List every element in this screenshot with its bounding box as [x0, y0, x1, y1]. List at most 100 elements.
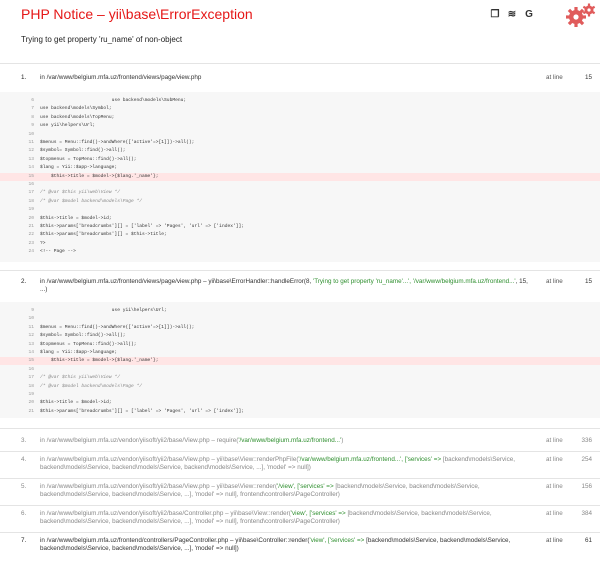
frame-path[interactable]: in /var/www/belgium.mfa.uz/vendor/yiisof…	[40, 483, 530, 499]
frame-number: 5.	[21, 483, 27, 490]
code-line: 17 /* @var $this yii\web\View */	[0, 374, 600, 382]
code-line-number: 20	[28, 215, 34, 221]
title-separator: –	[93, 6, 109, 22]
code-line-text: $lang = Yii::$app->language;	[40, 165, 118, 171]
code-line-text: $symbol= Symbol::find()->all();	[40, 148, 126, 154]
code-line: 22 $this->params['breadcrumbs'][] = $this…	[0, 231, 600, 239]
at-line-label: at line	[546, 537, 563, 544]
code-line: 13 $topmenus = TopMenu::find()->all();	[0, 341, 600, 349]
code-line: 11 $menus = Menu::find()->andWhere(['acti…	[0, 324, 600, 332]
code-line: 24 <!-- Page -->	[0, 248, 600, 256]
at-line-label: at line	[546, 456, 563, 463]
code-line-text: use backend\models\TopMenu;	[40, 114, 115, 120]
copy-icon[interactable]: ❐	[490, 9, 500, 20]
error-message: Trying to get property 'ru_name' of non-…	[21, 35, 183, 44]
code-line-number: 20	[28, 400, 34, 406]
stack-frame-1[interactable]: 1. in /var/www/belgium.mfa.uz/frontend/v…	[0, 74, 600, 84]
frame-args: 'view', ['services' =>	[309, 537, 365, 544]
code-line-text: $lang = Yii::$app->language;	[40, 350, 118, 355]
code-line-number: 6	[31, 98, 34, 103]
code-line-text: $topmenus = TopMenu::find()->all();	[40, 341, 137, 347]
frame-path[interactable]: in /var/www/belgium.mfa.uz/vendor/yiisof…	[40, 437, 530, 445]
code-line-number: 8	[31, 114, 34, 120]
divider	[0, 478, 600, 479]
error-code-line: 15 $this->title = $model->{$lang.'_name'…	[0, 172, 600, 181]
frame-path[interactable]: in /var/www/belgium.mfa.uz/frontend/cont…	[40, 537, 530, 553]
frame-number: 6.	[21, 510, 27, 517]
code-line-number: 18	[28, 383, 34, 389]
at-line-label: at line	[546, 278, 563, 285]
code-line-text: /* @var $this yii\web\View */	[40, 375, 120, 381]
divider	[0, 451, 600, 452]
code-line: 18 /* @var $model backend\models\Page */	[0, 198, 600, 206]
code-line-number: 7	[31, 106, 34, 112]
code-line-number: 11	[28, 140, 34, 145]
stack-frame-3[interactable]: 3. in /var/www/belgium.mfa.uz/vendor/yii…	[0, 437, 600, 447]
stack-frame-5[interactable]: 5. in /var/www/belgium.mfa.uz/vendor/yii…	[0, 483, 600, 501]
frame-path[interactable]: in /var/www/belgium.mfa.uz/frontend/view…	[40, 278, 530, 294]
code-line: 9 use yii\helpers\Url;	[0, 307, 600, 315]
frame-call: in /var/www/belgium.mfa.uz/vendor/yiisof…	[40, 483, 278, 490]
at-line-label: at line	[546, 74, 563, 81]
code-line-text: $this->title = $model->id;	[40, 400, 112, 406]
code-line-text: $this->title = $model->{$lang.'_name'};	[40, 358, 159, 364]
google-icon[interactable]: G	[524, 9, 534, 20]
code-line: 12 $symbol= Symbol::find()->all();	[0, 147, 600, 155]
code-line-number: 22	[28, 232, 34, 238]
at-line-label: at line	[546, 437, 563, 444]
divider	[0, 532, 600, 533]
code-line-number: 21	[28, 408, 34, 414]
code-line-number: 11	[28, 324, 34, 330]
code-line-text: use backend\models\SubMenu;	[40, 98, 187, 103]
code-line: 6 use backend\models\SubMenu;	[0, 97, 600, 105]
error-header: PHP Notice – yii\base\ErrorException Try…	[0, 0, 600, 62]
code-line-text: $this->params['breadcrumbs'][] = ['label…	[40, 408, 244, 414]
stack-frame-7[interactable]: 7. in /var/www/belgium.mfa.uz/frontend/c…	[0, 537, 600, 555]
code-line: 12 $symbol= Symbol::find()->all();	[0, 332, 600, 340]
frame-args: '/var/www/belgium.mfa.uz/frontend...', […	[298, 456, 442, 463]
code-line-number: 14	[28, 350, 34, 355]
stack-frame-6[interactable]: 6. in /var/www/belgium.mfa.uz/vendor/yii…	[0, 510, 600, 528]
frame-args-tail: )	[341, 437, 344, 444]
code-line-text: $this->title = $model->id;	[40, 215, 112, 221]
code-line: 13 $topmenus = TopMenu::find()->all();	[0, 156, 600, 164]
code-line-number: 18	[28, 198, 34, 204]
code-line-text: $this->title = $model->{$lang.'_name'};	[40, 173, 159, 179]
code-line-text: $symbol= Symbol::find()->all();	[40, 333, 126, 339]
code-line: 8 use backend\models\TopMenu;	[0, 114, 600, 122]
code-line-text: $this->params['breadcrumbs'][] = $this->…	[40, 232, 167, 238]
code-line: 20 $this->title = $model->id;	[0, 399, 600, 407]
code-line-number: 19	[28, 392, 34, 397]
code-line-number: 17	[28, 190, 34, 196]
code-line-number: 9	[31, 123, 34, 129]
code-line-text: ?>	[40, 240, 46, 246]
frame-path[interactable]: in /var/www/belgium.mfa.uz/vendor/yiisof…	[40, 456, 530, 472]
divider	[0, 505, 600, 506]
code-line-number: 10	[28, 316, 34, 322]
frame-path[interactable]: in /var/www/belgium.mfa.uz/vendor/yiisof…	[40, 510, 530, 526]
code-line-text: $topmenus = TopMenu::find()->all();	[40, 156, 137, 162]
exception-class-link[interactable]: yii\base\ErrorException	[109, 6, 253, 22]
error-code-line: 15 $this->title = $model->{$lang.'_name'…	[0, 357, 600, 366]
stackoverflow-icon[interactable]: ≋	[507, 9, 517, 20]
code-line-text: use yii\helpers\Url;	[40, 308, 167, 313]
code-line-text: /* @var $this yii\web\View */	[40, 190, 120, 196]
frame-path[interactable]: in /var/www/belgium.mfa.uz/frontend/view…	[40, 74, 530, 82]
line-number: 336	[581, 437, 592, 444]
code-line-number: 21	[28, 224, 34, 229]
frame-args: 'view', ['services' =>	[290, 510, 346, 517]
code-line: 11 $menus = Menu::find()->andWhere(['acti…	[0, 139, 600, 147]
line-number: 156	[581, 483, 592, 490]
line-number: 61	[584, 537, 592, 544]
code-line: 19	[0, 391, 600, 399]
code-line: 23 ?>	[0, 240, 600, 248]
code-line-number: 16	[28, 182, 34, 187]
code-line-number: 15	[28, 358, 34, 364]
code-line-number: 19	[28, 207, 34, 213]
code-line-number: 23	[28, 240, 34, 246]
stack-frame-4[interactable]: 4. in /var/www/belgium.mfa.uz/vendor/yii…	[0, 456, 600, 474]
divider	[0, 270, 600, 271]
code-line: 16	[0, 181, 600, 189]
code-line: 16	[0, 366, 600, 374]
stack-frame-2[interactable]: 2. in /var/www/belgium.mfa.uz/frontend/v…	[0, 278, 600, 296]
